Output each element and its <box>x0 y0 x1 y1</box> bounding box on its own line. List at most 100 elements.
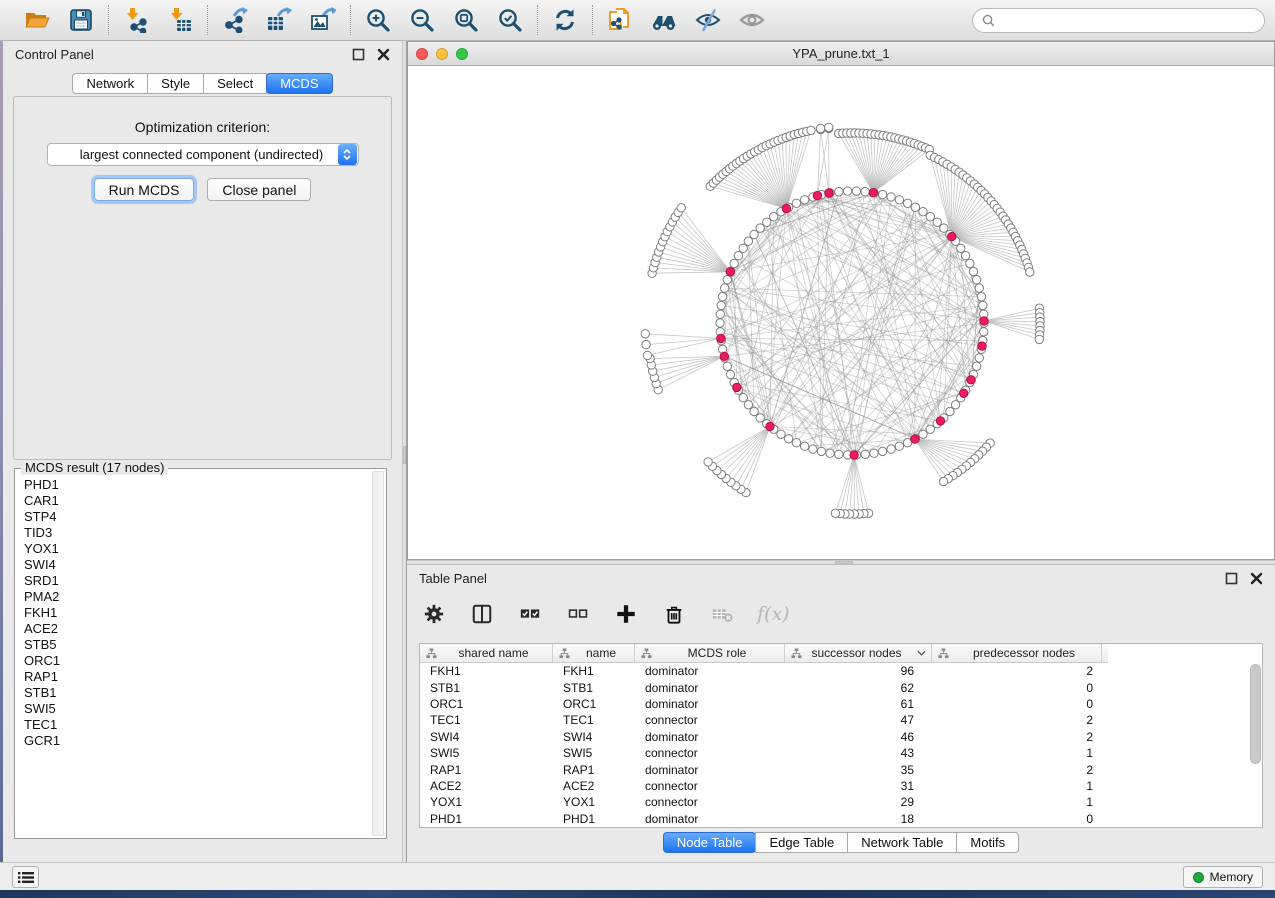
tab-style[interactable]: Style <box>147 73 204 94</box>
mcds-result-groupbox: MCDS result (17 nodes) PHD1 CAR1 STP4 TI… <box>14 468 387 839</box>
float-panel-icon[interactable] <box>352 48 365 61</box>
deselect-all-button[interactable] <box>565 601 591 627</box>
close-panel-icon[interactable] <box>1250 572 1263 585</box>
tab-edge-table[interactable]: Edge Table <box>755 832 848 853</box>
function-builder-button[interactable]: f(x) <box>757 603 790 625</box>
table-toolbar: f(x) <box>421 597 790 631</box>
table-panel-header: Table Panel <box>407 565 1275 591</box>
optimization-criterion-select[interactable]: largest connected component (undirected) <box>47 143 359 166</box>
export-image-button[interactable] <box>308 5 338 35</box>
list-item[interactable]: GCR1 <box>16 733 371 749</box>
first-neighbors-button[interactable] <box>649 5 679 35</box>
zoom-fit-button[interactable] <box>451 5 481 35</box>
control-panel-title: Control Panel <box>15 47 94 62</box>
list-item[interactable]: STB5 <box>16 637 371 653</box>
splitter-grip[interactable] <box>835 561 853 564</box>
select-all-button[interactable] <box>517 601 543 627</box>
eye-slash-icon <box>695 7 721 33</box>
tab-motifs[interactable]: Motifs <box>956 832 1019 853</box>
column-header-predecessor-nodes[interactable]: predecessor nodes <box>932 644 1102 662</box>
list-item[interactable]: YOX1 <box>16 541 371 557</box>
table-row[interactable]: ACE2ACE2connector311 <box>420 778 1262 794</box>
table-row[interactable]: YOX1YOX1connector291 <box>420 794 1262 810</box>
close-panel-icon[interactable] <box>377 48 390 61</box>
delete-column-button[interactable] <box>661 601 687 627</box>
tab-network[interactable]: Network <box>72 73 148 94</box>
list-item[interactable]: SWI4 <box>16 557 371 573</box>
list-item[interactable]: PMA2 <box>16 589 371 605</box>
control-panel-header: Control Panel <box>3 41 402 67</box>
network-view-window: YPA_prune.txt_1 <box>407 41 1275 560</box>
list-item[interactable]: SRD1 <box>16 573 371 589</box>
network-graph[interactable] <box>408 66 1274 559</box>
tab-select[interactable]: Select <box>203 73 267 94</box>
export-image-icon <box>310 7 336 33</box>
table-row[interactable]: PHD1PHD1dominator180 <box>420 811 1262 827</box>
trash-icon <box>663 603 685 625</box>
list-icon <box>18 871 34 884</box>
column-type-icon <box>938 648 949 659</box>
column-header-name[interactable]: name <box>553 644 635 662</box>
list-item[interactable]: PHD1 <box>16 477 371 493</box>
binoculars-icon <box>651 7 677 33</box>
network-canvas[interactable] <box>408 66 1274 559</box>
tab-node-table[interactable]: Node Table <box>663 832 757 853</box>
list-item[interactable]: ORC1 <box>16 653 371 669</box>
table-row[interactable]: TEC1TEC1connector472 <box>420 712 1262 728</box>
table-row[interactable]: STB1STB1dominator620 <box>420 679 1262 695</box>
search-input[interactable] <box>1000 13 1255 27</box>
zoom-fit-icon <box>453 7 479 33</box>
list-item[interactable]: RAP1 <box>16 669 371 685</box>
table-settings-button[interactable] <box>421 601 447 627</box>
list-item[interactable]: STP4 <box>16 509 371 525</box>
table-row[interactable]: RAP1RAP1dominator352 <box>420 761 1262 777</box>
memory-button[interactable]: Memory <box>1183 866 1263 888</box>
add-column-button[interactable] <box>613 601 639 627</box>
splitter-grip[interactable] <box>403 446 406 464</box>
show-all-button[interactable] <box>737 5 767 35</box>
table-row[interactable]: SWI5SWI5connector431 <box>420 745 1262 761</box>
table-row[interactable]: FKH1FKH1dominator962 <box>420 663 1262 679</box>
table-row[interactable]: SWI4SWI4dominator462 <box>420 729 1262 745</box>
import-table-button[interactable] <box>165 5 195 35</box>
list-scrollbar[interactable] <box>372 471 384 836</box>
list-item[interactable]: TID3 <box>16 525 371 541</box>
hide-selected-button[interactable] <box>693 5 723 35</box>
open-file-button[interactable] <box>22 5 52 35</box>
control-panel-tabs: Network Style Select MCDS <box>3 73 402 94</box>
list-item[interactable]: SWI5 <box>16 701 371 717</box>
mcds-result-title: MCDS result (17 nodes) <box>21 460 168 475</box>
zoom-in-button[interactable] <box>363 5 393 35</box>
table-scrollbar-thumb[interactable] <box>1250 664 1261 764</box>
refresh-button[interactable] <box>550 5 580 35</box>
tab-mcds[interactable]: MCDS <box>266 73 332 94</box>
tab-network-table[interactable]: Network Table <box>847 832 957 853</box>
desktop-wallpaper-bottom <box>0 890 1275 898</box>
split-panel-button[interactable] <box>469 601 495 627</box>
run-mcds-button[interactable]: Run MCDS <box>94 178 195 201</box>
close-panel-button[interactable]: Close panel <box>207 178 311 201</box>
list-item[interactable]: ACE2 <box>16 621 371 637</box>
import-network-button[interactable] <box>121 5 151 35</box>
delete-table-button[interactable] <box>709 601 735 627</box>
zoom-out-button[interactable] <box>407 5 437 35</box>
save-session-button[interactable] <box>66 5 96 35</box>
list-item[interactable]: FKH1 <box>16 605 371 621</box>
column-header-successor-nodes[interactable]: successor nodes <box>785 644 932 662</box>
column-header-shared-name[interactable]: shared name <box>420 644 553 662</box>
list-item[interactable]: CAR1 <box>16 493 371 509</box>
select-all-icon <box>519 603 541 625</box>
zoom-selected-button[interactable] <box>495 5 525 35</box>
show-panels-menu-button[interactable] <box>12 866 39 888</box>
export-network-button[interactable] <box>220 5 250 35</box>
search-box <box>972 8 1265 33</box>
table-row[interactable]: ORC1ORC1dominator610 <box>420 696 1262 712</box>
export-table-button[interactable] <box>264 5 294 35</box>
clone-network-button[interactable] <box>605 5 635 35</box>
clone-network-icon <box>607 7 633 33</box>
main-toolbar <box>0 0 1275 41</box>
list-item[interactable]: STB1 <box>16 685 371 701</box>
list-item[interactable]: TEC1 <box>16 717 371 733</box>
float-panel-icon[interactable] <box>1225 572 1238 585</box>
column-header-mcds-role[interactable]: MCDS role <box>635 644 785 662</box>
